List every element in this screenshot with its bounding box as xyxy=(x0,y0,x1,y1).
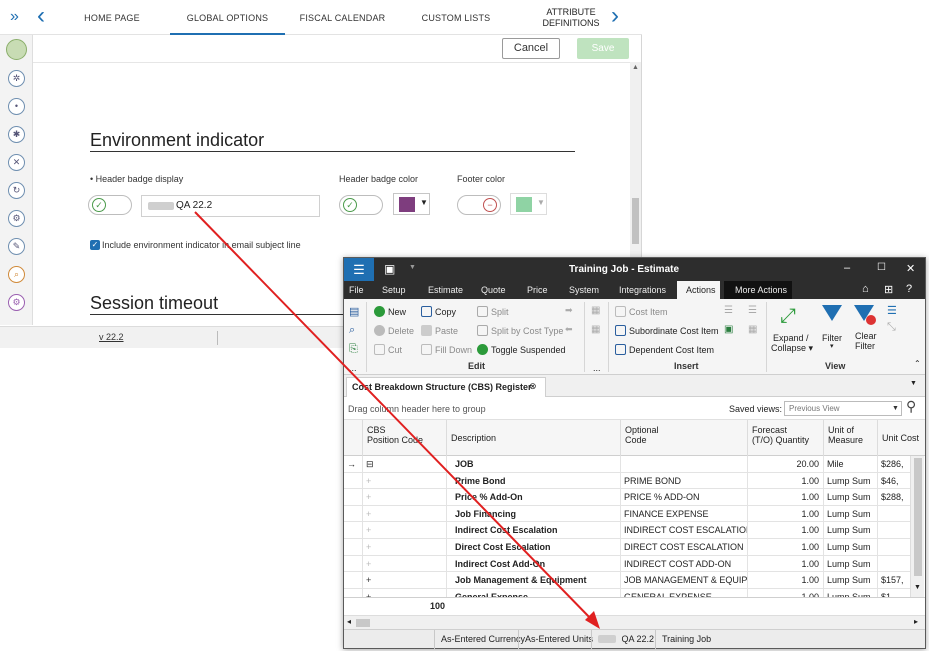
annotation-arrow xyxy=(194,211,600,629)
